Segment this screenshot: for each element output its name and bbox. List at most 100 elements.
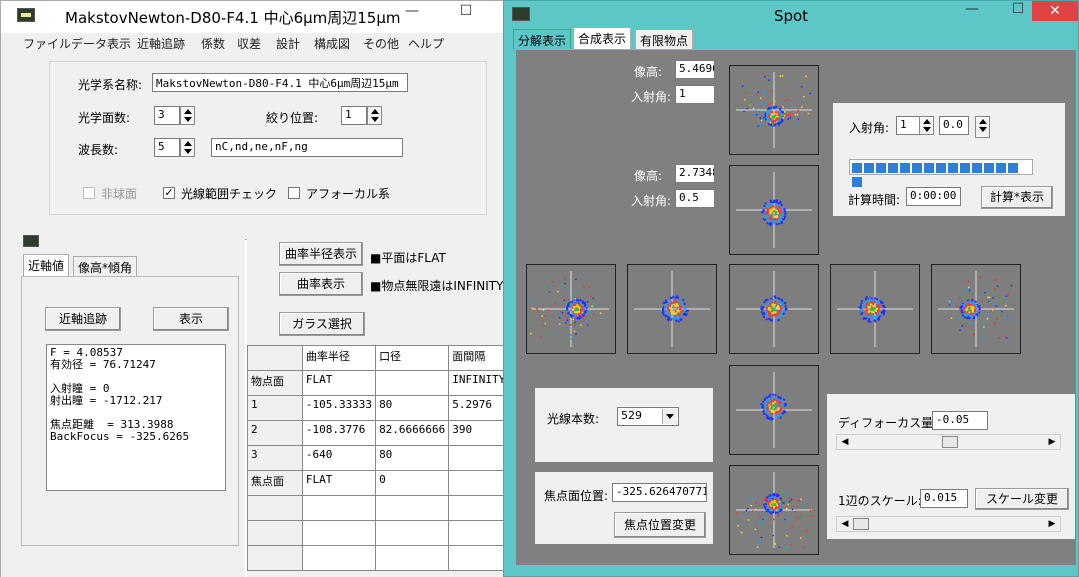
- afocal-checkbox[interactable]: [288, 187, 300, 199]
- menu-aberration[interactable]: 収差: [237, 35, 261, 52]
- table-cell[interactable]: 82.6666666: [375, 420, 450, 446]
- menu-help[interactable]: ヘルプ: [408, 35, 444, 52]
- spot-point: [772, 304, 775, 307]
- table-cell[interactable]: [301, 495, 377, 521]
- spot-point: [782, 501, 785, 505]
- table-cell[interactable]: FLAT: [301, 470, 377, 496]
- defocus-input[interactable]: -0.05: [932, 411, 988, 430]
- paraxial-trace-button[interactable]: 近軸追跡: [45, 307, 121, 331]
- glass-select-button[interactable]: ガラス選択: [279, 312, 365, 336]
- focus-change-button[interactable]: 焦点位置変更: [614, 512, 706, 538]
- stop-spinner[interactable]: [367, 106, 382, 125]
- spot-minimize-icon[interactable]: —: [957, 1, 987, 17]
- incidence-min-input[interactable]: 0.0: [939, 116, 969, 135]
- tab-decomposed[interactable]: 分解表示: [513, 29, 572, 49]
- spot-point: [570, 316, 573, 318]
- ray-range-checkbox[interactable]: ✓: [163, 187, 175, 199]
- spot-point: [580, 300, 582, 303]
- incidence-deg-spinner[interactable]: [919, 116, 934, 135]
- scale-input[interactable]: 0.015: [920, 489, 968, 508]
- table-cell[interactable]: 80: [375, 395, 450, 421]
- tab-paraxial-values[interactable]: 近軸値: [23, 254, 70, 276]
- scroll-right-icon[interactable]: ▶: [1044, 517, 1060, 531]
- menu-coefficients[interactable]: 係数: [201, 35, 225, 52]
- menu-file[interactable]: ファイル: [23, 35, 71, 52]
- menu-data[interactable]: データ表示: [71, 35, 131, 52]
- table-row: 2 -108.3776 82.6666666 390: [247, 420, 515, 446]
- system-name-input[interactable]: MakstovNewton-D80-F4.1 中心6μm周辺15μm: [152, 73, 408, 92]
- table-cell[interactable]: [375, 495, 450, 521]
- table-cell[interactable]: [301, 545, 377, 571]
- incidence-angle-input-1[interactable]: 1: [675, 85, 715, 104]
- scroll-left-icon[interactable]: ◀: [837, 517, 853, 531]
- close-icon[interactable]: ✕: [1032, 1, 1078, 21]
- surfaces-input[interactable]: 3: [154, 106, 180, 125]
- minimize-icon[interactable]: —: [397, 3, 427, 19]
- spot-maximize-icon[interactable]: ☐: [1003, 1, 1033, 17]
- table-cell[interactable]: [375, 545, 450, 571]
- scroll-left-icon[interactable]: ◀: [837, 435, 853, 449]
- scale-slider-thumb[interactable]: [853, 518, 869, 530]
- spot-point: [791, 526, 794, 529]
- wavelength-list-input[interactable]: nC,nd,ne,nF,ng: [211, 138, 403, 157]
- spot-point: [570, 309, 573, 312]
- spot-point: [755, 109, 757, 112]
- wavelengths-spinner[interactable]: [180, 138, 195, 157]
- spot-point: [770, 319, 773, 322]
- paraxial-show-button[interactable]: 表示: [153, 307, 229, 331]
- menu-other[interactable]: その他: [363, 35, 399, 52]
- tab-image-height-angle[interactable]: 像高*傾角: [73, 256, 138, 276]
- defocus-slider[interactable]: ◀ ▶: [836, 434, 1061, 450]
- spot-point: [971, 330, 974, 332]
- focus-position-input[interactable]: -325.6264707719: [612, 483, 707, 502]
- incidence-deg-input[interactable]: 1: [896, 116, 920, 135]
- spot-point: [766, 108, 770, 111]
- spot-point: [811, 513, 814, 515]
- rays-select[interactable]: 529: [617, 407, 679, 426]
- spot-point: [775, 306, 778, 309]
- table-cell[interactable]: -105.33333: [301, 395, 377, 421]
- image-height-input-2[interactable]: 2.7348: [675, 164, 715, 183]
- menu-layout[interactable]: 構成図: [314, 35, 350, 52]
- spot-point: [865, 317, 868, 320]
- tab-combined[interactable]: 合成表示: [573, 27, 632, 49]
- spot-point: [781, 209, 784, 212]
- spot-point: [679, 305, 682, 308]
- table-cell[interactable]: 80: [375, 445, 450, 471]
- table-cell[interactable]: 0: [375, 470, 450, 496]
- scale-change-button[interactable]: スケール変更: [975, 488, 1069, 510]
- menu-paraxial[interactable]: 近軸追跡: [137, 35, 185, 52]
- paraxial-results[interactable]: F = 4.08537 有効径 = 76.71247 入射瞳 = 0 射出瞳 =…: [46, 344, 226, 491]
- incidence-angle-input-2[interactable]: 0.5: [675, 189, 715, 208]
- progress-segment: [864, 163, 874, 173]
- surfaces-spinner[interactable]: [180, 106, 195, 125]
- spot-point: [1007, 293, 1010, 296]
- image-height-input-1[interactable]: 5.4696: [675, 60, 715, 79]
- scroll-right-icon[interactable]: ▶: [1044, 435, 1060, 449]
- incidence-min-spinner[interactable]: [975, 116, 990, 138]
- aspheric-checkbox[interactable]: [83, 187, 95, 199]
- spot-point: [565, 322, 567, 324]
- spot-point: [770, 418, 773, 421]
- scale-slider[interactable]: ◀ ▶: [836, 516, 1061, 532]
- stop-input[interactable]: 1: [341, 106, 367, 125]
- table-cell[interactable]: [375, 370, 450, 396]
- spot-point: [764, 103, 766, 106]
- curvature-display-button[interactable]: 曲率表示: [279, 272, 363, 296]
- defocus-slider-thumb[interactable]: [941, 436, 958, 448]
- table-cell[interactable]: -108.3776: [301, 420, 377, 446]
- spot-point: [573, 306, 576, 309]
- maximize-icon[interactable]: ☐: [451, 3, 481, 19]
- spot-point: [776, 117, 779, 120]
- spot-point: [667, 317, 670, 320]
- table-cell[interactable]: [301, 520, 377, 546]
- table-cell[interactable]: -640: [301, 445, 377, 471]
- radius-display-button[interactable]: 曲率半径表示: [279, 242, 363, 266]
- wavelengths-input[interactable]: 5: [154, 138, 180, 157]
- calculate-show-button[interactable]: 計算*表示: [981, 186, 1053, 209]
- table-cell[interactable]: [375, 520, 450, 546]
- tab-finite-object[interactable]: 有限物点: [635, 29, 694, 49]
- table-cell[interactable]: FLAT: [301, 370, 377, 396]
- menu-design[interactable]: 設計: [276, 35, 300, 52]
- spot-point: [574, 278, 577, 281]
